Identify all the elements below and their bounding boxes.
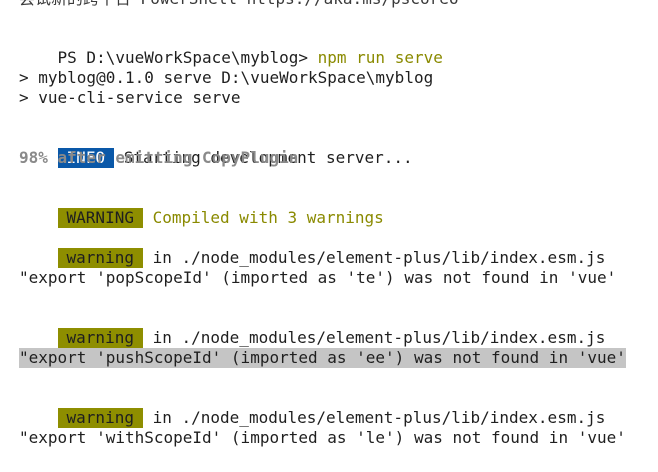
prompt: PS D:\vueWorkSpace\myblog> [57,48,318,67]
prompt-line: PS D:\vueWorkSpace\myblog> npm run serve [19,28,443,67]
partial-banner-line: 尝试新的跨平台 PowerShell https://aka.ms/pscore… [19,0,459,9]
warning-3-message: "export 'withScopeId' (imported as 'le')… [19,428,626,447]
warning-3-location: in ./node_modules/element-plus/lib/index… [152,408,606,427]
info-line: INFO Starting development server... [19,128,413,168]
warning-badge: WARNING [57,208,143,228]
progress-line: 98% after emitting CopyPlugin [19,148,299,167]
warning-2-line: warning in ./node_modules/element-plus/l… [19,308,605,348]
script-line-1: > myblog@0.1.0 serve D:\vueWorkSpace\myb… [19,68,434,87]
warning-3-badge: warning [57,408,143,428]
warning-1-badge: warning [57,248,143,268]
warning-1-location: in ./node_modules/element-plus/lib/index… [152,248,606,267]
warning-summary-text: Compiled with 3 warnings [152,208,384,227]
warning-1-message: "export 'popScopeId' (imported as 'te') … [19,268,617,287]
warning-3-line: warning in ./node_modules/element-plus/l… [19,388,605,428]
warning-2-location: in ./node_modules/element-plus/lib/index… [152,328,606,347]
terminal-output[interactable]: 尝试新的跨平台 PowerShell https://aka.ms/pscore… [0,0,658,472]
warning-1-line: warning in ./node_modules/element-plus/l… [19,228,605,268]
script-line-2: > vue-cli-service serve [19,88,241,107]
command-text: npm run serve [317,48,443,67]
warning-2-message-selected: "export 'pushScopeId' (imported as 'ee')… [19,348,626,368]
warning-summary-line: WARNING Compiled with 3 warnings [19,188,384,228]
warning-2-badge: warning [57,328,143,348]
